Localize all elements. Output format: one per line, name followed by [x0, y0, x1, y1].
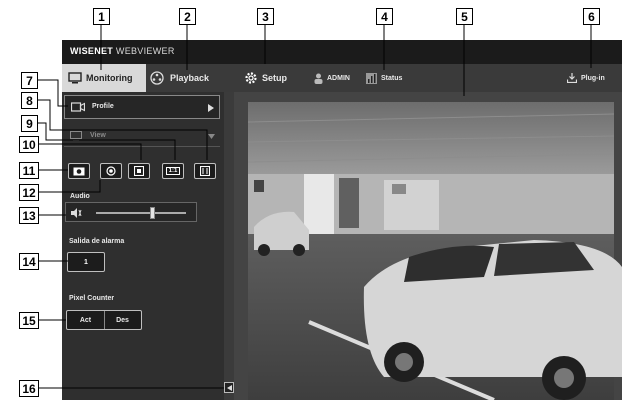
callout-leader-lines [38, 24, 592, 389]
callout-12: 12 [19, 184, 39, 201]
callout-8: 8 [21, 92, 38, 109]
callout-6: 6 [583, 8, 600, 25]
callout-14: 14 [19, 253, 39, 270]
callout-11: 11 [19, 162, 39, 179]
callout-10: 10 [19, 136, 39, 153]
callout-15: 15 [19, 312, 39, 329]
callout-13: 13 [19, 207, 39, 224]
callout-16: 16 [19, 380, 39, 397]
callout-3: 3 [257, 8, 274, 25]
callout-2: 2 [179, 8, 196, 25]
callout-4: 4 [376, 8, 393, 25]
callout-5: 5 [456, 8, 473, 25]
callout-7: 7 [21, 72, 38, 89]
callout-9: 9 [21, 115, 38, 132]
callout-1: 1 [93, 8, 110, 25]
